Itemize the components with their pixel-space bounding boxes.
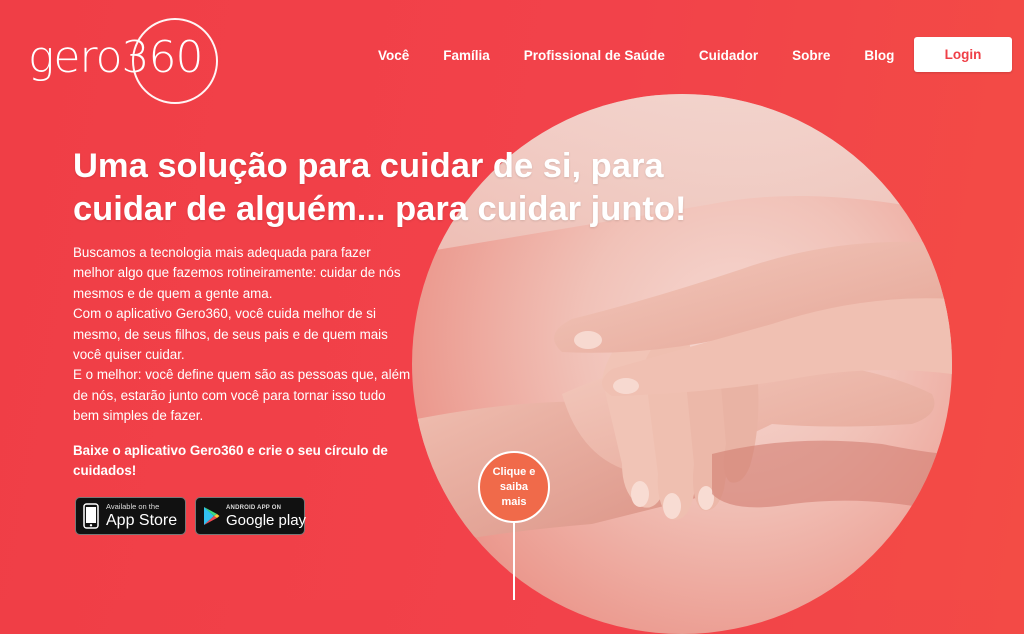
app-store-button[interactable]: Available on the App Store bbox=[75, 497, 186, 535]
logo-text: gero360 bbox=[28, 32, 203, 83]
headline-line-2: cuidar de alguém... para cuidar junto! bbox=[73, 190, 687, 228]
hero-description: Buscamos a tecnologia mais adequada para… bbox=[73, 243, 413, 427]
google-play-icon bbox=[204, 507, 220, 525]
app-store-big-text: App Store bbox=[106, 511, 178, 529]
learn-more-button[interactable]: Clique e saiba mais bbox=[478, 451, 550, 523]
nav-item-profissional-de-saude[interactable]: Profissional de Saúde bbox=[524, 48, 665, 63]
learn-more-label: Clique e saiba mais bbox=[492, 465, 536, 508]
nav-item-sobre[interactable]: Sobre bbox=[792, 48, 830, 63]
gero360-logo[interactable]: gero360 bbox=[28, 18, 218, 108]
iphone-icon bbox=[83, 503, 99, 529]
app-store-small-text: Available on the bbox=[106, 502, 160, 512]
nav-item-familia[interactable]: Família bbox=[443, 48, 490, 63]
google-play-button[interactable]: ANDROID APP ON Google play bbox=[195, 497, 307, 535]
main-nav: Você Família Profissional de Saúde Cuida… bbox=[378, 36, 928, 74]
google-play-big-text: Google play bbox=[226, 511, 307, 529]
description-paragraph: Buscamos a tecnologia mais adequada para… bbox=[73, 245, 401, 301]
description-paragraph: E o melhor: você define quem são as pess… bbox=[73, 367, 411, 424]
nav-item-blog[interactable]: Blog bbox=[864, 48, 894, 63]
headline-line-1: Uma solução para cuidar de si, para bbox=[73, 147, 664, 185]
nav-item-voce[interactable]: Você bbox=[378, 48, 409, 63]
download-cta: Baixe o aplicativo Gero360 e crie o seu … bbox=[73, 443, 388, 479]
login-button[interactable]: Login bbox=[914, 37, 1012, 72]
hero-headline: Uma solução para cuidar de si, para cuid… bbox=[73, 145, 773, 231]
description-paragraph: Com o aplicativo Gero360, você cuida mel… bbox=[73, 306, 388, 363]
learn-more-line bbox=[513, 523, 515, 600]
google-play-small-text: ANDROID APP ON bbox=[226, 504, 282, 511]
nav-item-cuidador[interactable]: Cuidador bbox=[699, 48, 758, 63]
